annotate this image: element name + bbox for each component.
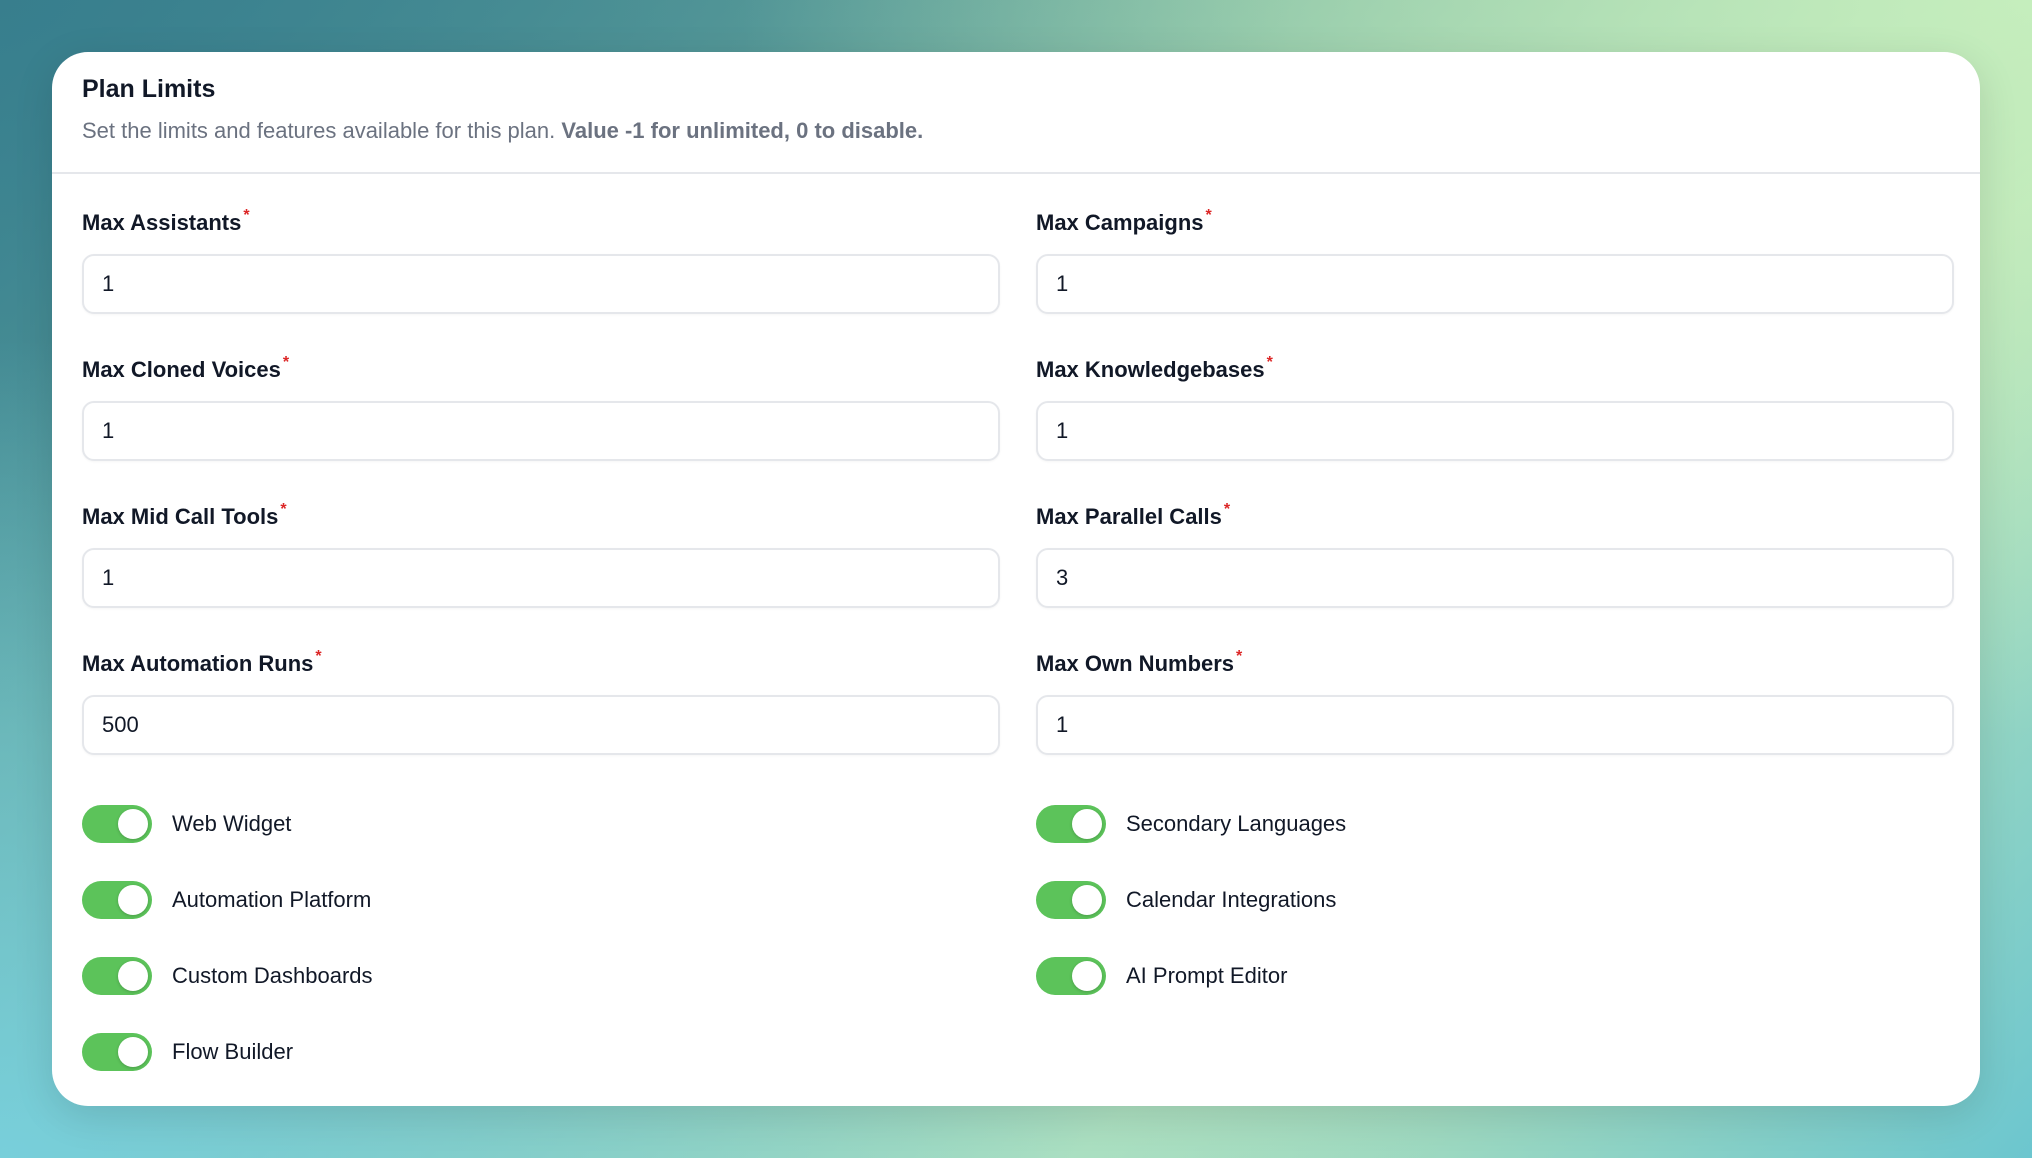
required-mark: *	[1205, 207, 1212, 224]
toggle-knob	[118, 1037, 148, 1067]
field-max-own-numbers: Max Own Numbers *	[1036, 648, 1954, 800]
limits-form: Max Assistants* Max Campaigns* Max Clone…	[52, 174, 1980, 800]
field-max-automation-runs: Max Automation Runs *	[82, 648, 1000, 800]
toggle-knob	[118, 961, 148, 991]
max-automation-runs-input[interactable]	[82, 695, 1000, 755]
description-emphasis: Value -1 for unlimited, 0 to disable.	[561, 117, 924, 143]
field-label: Max Parallel Calls *	[1036, 501, 1231, 529]
required-mark: *	[280, 501, 287, 518]
toggle-row-ai-prompt-editor: AI Prompt Editor	[1036, 938, 1954, 1014]
toggle-row-secondary-languages: Secondary Languages	[1036, 786, 1954, 862]
toggle-row-flow-builder: Flow Builder	[82, 1014, 1000, 1090]
field-label: Max Own Numbers *	[1036, 648, 1243, 676]
required-mark: *	[282, 354, 290, 371]
required-mark: *	[1223, 501, 1231, 518]
field-max-parallel-calls: Max Parallel Calls *	[1036, 501, 1954, 653]
max-cloned-voices-input[interactable]	[82, 401, 1000, 461]
toggle-knob	[118, 885, 148, 915]
toggle-knob	[1072, 885, 1102, 915]
field-label: Max Assistants *	[82, 207, 250, 235]
max-own-numbers-input[interactable]	[1036, 695, 1954, 755]
field-max-campaigns: Max Campaigns *	[1036, 207, 1954, 359]
field-max-mid-call-tools: Max Mid Call Tools *	[82, 501, 1000, 653]
toggle-knob	[118, 809, 148, 839]
card-description: Set the limits and features available fo…	[82, 118, 1950, 144]
max-parallel-calls-input[interactable]	[1036, 548, 1954, 608]
custom-dashboards-toggle[interactable]	[82, 957, 152, 995]
max-campaigns-input[interactable]	[1036, 254, 1954, 314]
field-label: Max Cloned Voices *	[82, 354, 290, 382]
toggle-knob	[1072, 961, 1102, 991]
toggle-knob	[1072, 809, 1102, 839]
max-assistants-input[interactable]	[82, 254, 1000, 314]
field-max-cloned-voices: Max Cloned Voices *	[82, 354, 1000, 506]
toggle-label: AI Prompt Editor	[1126, 963, 1288, 988]
required-mark: *	[243, 207, 250, 224]
max-knowledgebases-input[interactable]	[1036, 401, 1954, 461]
flow-builder-toggle[interactable]	[82, 1033, 152, 1071]
toggle-row-web-widget: Web Widget	[82, 786, 1000, 862]
ai-prompt-editor-toggle[interactable]	[1036, 957, 1106, 995]
max-mid-call-tools-input[interactable]	[82, 548, 1000, 608]
field-label: Max Campaigns *	[1036, 207, 1212, 235]
required-mark: *	[315, 648, 322, 665]
required-mark: *	[1266, 354, 1273, 371]
toggle-row-automation-platform: Automation Platform	[82, 862, 1000, 938]
toggle-label: Custom Dashboards	[172, 963, 373, 988]
field-label: Max Knowledgebases *	[1036, 354, 1273, 382]
plan-limits-card: Plan Limits Set the limits and features …	[52, 52, 1980, 1106]
calendar-integrations-toggle[interactable]	[1036, 881, 1106, 919]
toggle-row-custom-dashboards: Custom Dashboards	[82, 938, 1000, 1014]
web-widget-toggle[interactable]	[82, 805, 152, 843]
card-title: Plan Limits	[82, 75, 216, 103]
automation-platform-toggle[interactable]	[82, 881, 152, 919]
secondary-languages-toggle[interactable]	[1036, 805, 1106, 843]
field-label: Max Mid Call Tools *	[82, 501, 287, 529]
feature-toggles: Web Widget Secondary Languages Automatio…	[52, 786, 1980, 1090]
toggle-label: Secondary Languages	[1126, 811, 1347, 836]
required-mark: *	[1236, 648, 1243, 665]
card-header: Plan Limits Set the limits and features …	[52, 52, 1980, 174]
toggle-row-calendar-integrations: Calendar Integrations	[1036, 862, 1954, 938]
toggle-label: Calendar Integrations	[1126, 887, 1337, 912]
field-max-knowledgebases: Max Knowledgebases *	[1036, 354, 1954, 506]
toggle-label: Web Widget	[172, 811, 292, 836]
field-label: Max Automation Runs *	[82, 648, 322, 676]
toggle-label: Flow Builder	[172, 1039, 294, 1064]
field-max-assistants: Max Assistants *	[82, 207, 1000, 359]
description-text: Set the limits and features available fo…	[82, 117, 556, 143]
toggle-label: Automation Platform	[172, 887, 372, 912]
